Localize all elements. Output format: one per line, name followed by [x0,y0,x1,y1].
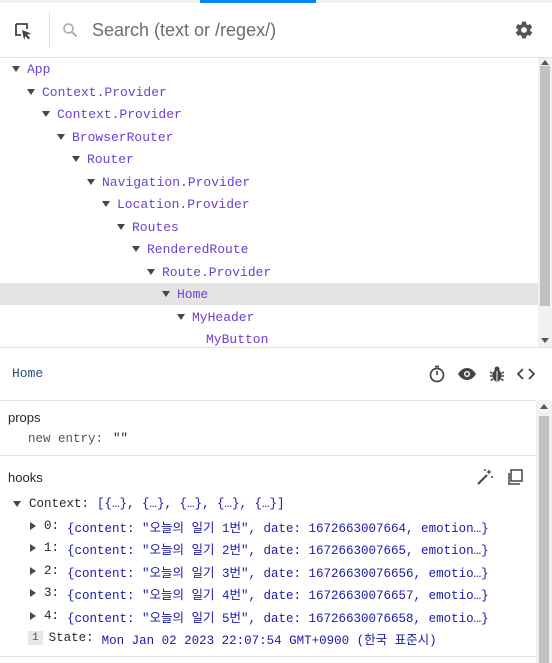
search-input[interactable] [92,16,492,44]
collapse-triangle-icon[interactable] [87,179,95,185]
tree-node-label: Context.Provider [57,106,182,122]
scroll-up-icon[interactable] [540,404,548,409]
expand-triangle-icon[interactable] [30,544,36,552]
tree-node-label: App [27,61,51,77]
tree-node-label: RenderedRoute [147,241,249,257]
scroll-up-icon[interactable] [541,60,549,65]
item-index: 3: [44,586,60,600]
inspector-scrollbar[interactable] [536,400,552,663]
section-divider [0,455,536,456]
tree-node-context-provider[interactable]: Context.Provider [0,81,538,103]
tree-node-label: Router [87,151,134,167]
hook-array-item[interactable]: 4: {content: "오늘의 일기 5번", date: 16726630… [30,605,489,627]
selected-element-header: Home [0,347,552,401]
inspect-element-icon[interactable] [8,16,38,46]
eye-icon[interactable] [457,364,477,384]
collapse-triangle-icon[interactable] [102,201,110,207]
expand-triangle-icon[interactable] [30,522,36,530]
collapse-triangle-icon[interactable] [177,314,185,320]
tree-node-app[interactable]: App [0,58,538,80]
tree-node-label: Context.Provider [42,84,167,100]
component-tree: App Context.Provider Context.Provider Br… [0,58,552,347]
hook-index-badge: 1 [28,631,43,645]
tree-node-label: Home [177,286,209,302]
hook-value[interactable]: Mon Jan 02 2023 22:07:54 GMT+0900 (한국 표준… [102,629,437,648]
tree-node-label: BrowserRouter [72,129,174,145]
search-toolbar [0,0,552,58]
tree-node-routes[interactable]: Routes [0,216,538,238]
hook-array-item[interactable]: 3: {content: "오늘의 일기 4번", date: 16726630… [30,582,489,604]
copy-icon[interactable] [506,468,526,488]
item-index: 4: [44,609,60,623]
gear-icon[interactable] [514,20,536,42]
collapse-triangle-icon[interactable] [42,111,50,117]
scroll-down-icon[interactable] [541,338,549,343]
item-index: 2: [44,564,60,578]
expand-triangle-icon[interactable] [30,567,36,575]
item-value: {content: "오늘의 일기 5번", date: 16726630076… [67,611,489,626]
tree-node-label: Location.Provider [117,196,250,212]
item-value: {content: "오늘의 일기 4번", date: 16726630076… [67,588,489,603]
expand-triangle-icon[interactable] [30,589,36,597]
hooks-section-title: hooks [8,470,43,485]
hook-value-summary: [{…}, {…}, {…}, {…}, {…}] [97,497,285,511]
view-source-icon[interactable] [516,364,536,384]
tree-node-my-button[interactable]: MyButton [0,328,538,347]
section-divider [0,656,536,657]
item-value: {content: "오늘의 일기 2번", date: 16726630076… [67,543,489,558]
hook-key: Context: [29,497,90,511]
item-index: 1: [44,541,60,555]
tree-node-label: MyButton [206,331,269,347]
collapse-triangle-icon[interactable] [57,134,65,140]
collapse-triangle-icon[interactable] [162,291,170,297]
tree-node-context-provider[interactable]: Context.Provider [0,103,538,125]
hook-array-item[interactable]: 0: {content: "오늘의 일기 1번", date: 16726630… [30,515,489,537]
collapse-triangle-icon[interactable] [12,66,20,72]
item-index: 0: [44,519,60,533]
tree-node-home-selected[interactable]: Home [0,283,538,305]
prop-key: new entry: [28,432,104,446]
hook-state-row[interactable]: 1 State: Mon Jan 02 2023 22:07:54 GMT+09… [28,627,437,649]
tree-node-route-provider[interactable]: Route.Provider [0,261,538,283]
parse-hook-names-icon[interactable] [476,468,496,488]
search-icon [62,22,78,38]
tree-node-label: Navigation.Provider [102,174,251,190]
active-tab-indicator [200,0,316,3]
selected-component-name: Home [12,366,44,381]
expand-triangle-icon[interactable] [30,612,36,620]
tree-node-location-provider[interactable]: Location.Provider [0,193,538,215]
tree-node-router[interactable]: Router [0,148,538,170]
collapse-triangle-icon[interactable] [117,224,125,230]
tree-node-label: Route.Provider [162,264,272,280]
tree-node-navigation-provider[interactable]: Navigation.Provider [0,171,538,193]
toolbar-divider [49,12,50,48]
bug-icon[interactable] [487,364,507,384]
inspector-panel: props new entry: "" hooks Context: [{…},… [0,400,536,663]
tree-node-my-header[interactable]: MyHeader [0,306,538,328]
item-value: {content: "오늘의 일기 3번", date: 16726630076… [67,566,489,581]
hook-array-item[interactable]: 1: {content: "오늘의 일기 2번", date: 16726630… [30,537,489,559]
tree-node-rendered-route[interactable]: RenderedRoute [0,238,538,260]
collapse-triangle-icon[interactable] [13,501,21,507]
hook-array-item[interactable]: 2: {content: "오늘의 일기 3번", date: 16726630… [30,560,489,582]
inspector-scrollbar-thumb[interactable] [539,416,549,663]
collapse-triangle-icon[interactable] [27,89,35,95]
tree-node-browser-router[interactable]: BrowserRouter [0,126,538,148]
collapse-triangle-icon[interactable] [132,246,140,252]
collapse-triangle-icon[interactable] [72,156,80,162]
prop-value[interactable]: "" [113,432,128,446]
collapse-triangle-icon[interactable] [147,269,155,275]
tree-node-label: MyHeader [192,309,255,325]
stopwatch-icon[interactable] [427,364,447,384]
props-section-title: props [8,410,41,425]
hook-key: State: [48,631,94,645]
item-value: {content: "오늘의 일기 1번", date: 16726630076… [67,521,489,536]
hook-context-row[interactable]: Context: [{…}, {…}, {…}, {…}, {…}] [13,493,285,515]
props-new-entry-row[interactable]: new entry: "" [28,428,128,450]
tree-scrollbar-thumb[interactable] [540,66,550,306]
tree-scrollbar[interactable] [538,58,552,347]
tree-node-label: Routes [132,219,179,235]
